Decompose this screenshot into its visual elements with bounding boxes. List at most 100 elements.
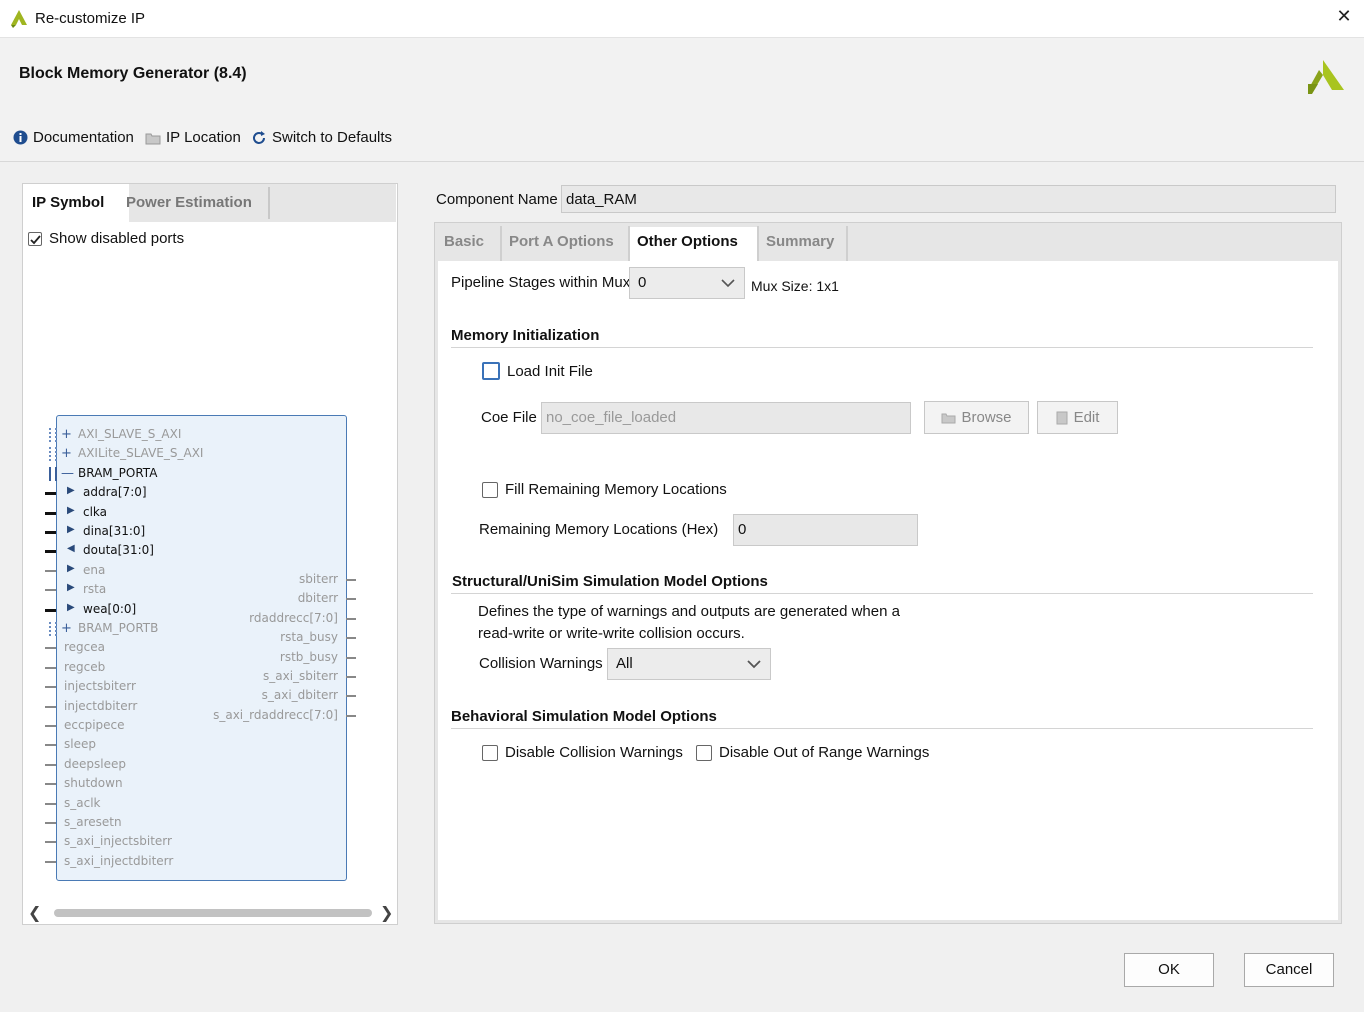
fill-remaining-checkbox[interactable] [482, 481, 498, 498]
ip-port-label: BRAM_PORTB [78, 621, 159, 635]
input-arrow-icon: ▶ [67, 562, 75, 574]
documentation-button[interactable]: Documentation [13, 129, 134, 146]
ip-location-label: IP Location [166, 129, 241, 146]
collision-warnings-select[interactable]: All [607, 648, 771, 680]
disable-range-checkbox[interactable] [696, 744, 712, 761]
left-tab-bar: IP Symbol Power Estimation [23, 184, 396, 222]
ok-button[interactable]: OK [1124, 953, 1214, 987]
ip-port-s-axi-injectsbiterr: s_axi_injectsbiterr [45, 834, 295, 850]
disable-range-label: Disable Out of Range Warnings [719, 744, 930, 761]
input-arrow-icon: ▶ [67, 582, 75, 594]
coe-file-input[interactable]: no_coe_file_loaded [541, 402, 911, 434]
tab-power-estimation[interactable]: Power Estimation [117, 184, 261, 222]
ip-port-label: regcea [64, 640, 106, 655]
ip-port-clka: ▶ clka [45, 505, 295, 521]
browse-label: Browse [961, 409, 1012, 426]
component-name-input[interactable]: data_RAM [561, 185, 1336, 213]
ip-port-label: addra[7:0] [83, 485, 147, 500]
disable-collision-row[interactable]: Disable Collision Warnings [482, 744, 683, 761]
tab-other-options[interactable]: Other Options [630, 227, 757, 261]
vivado-logo-icon [11, 10, 27, 28]
tab-summary[interactable]: Summary [759, 227, 841, 261]
ip-port-s-aclk: s_aclk [45, 796, 295, 812]
port-line [346, 579, 356, 581]
ip-port-dina-31-0: ▶ dina[31:0] [45, 524, 295, 540]
ip-port-label: sleep [64, 737, 96, 752]
collapse-icon[interactable]: — [61, 466, 74, 481]
memory-init-heading: Memory Initialization [451, 327, 600, 344]
window-title: Re-customize IP [35, 10, 146, 27]
ip-port-rstb-busy: rstb_busy [160, 650, 360, 666]
ip-port-label: BRAM_PORTA [78, 465, 158, 480]
port-line [45, 860, 56, 863]
fill-remaining-row[interactable]: Fill Remaining Memory Locations [482, 481, 727, 498]
horizontal-scrollbar[interactable]: ❮ ❯ [28, 903, 393, 923]
tab-ip-symbol[interactable]: IP Symbol [23, 184, 129, 222]
input-arrow-icon: ▶ [67, 485, 75, 497]
port-line [346, 637, 356, 640]
port-line [346, 695, 356, 698]
remaining-locations-input[interactable]: 0 [733, 514, 918, 546]
ip-port-axi-slave-s-axi: + AXI_SLAVE_S_AXI [45, 427, 295, 443]
port-line [45, 647, 56, 650]
remaining-locations-label: Remaining Memory Locations (Hex) [479, 521, 719, 538]
tab-basic[interactable]: Basic [437, 227, 491, 261]
scroll-thumb[interactable] [54, 909, 372, 917]
scroll-right-icon[interactable]: ❯ [380, 903, 393, 923]
show-disabled-ports-row[interactable]: Show disabled ports [28, 230, 184, 247]
port-line [45, 822, 56, 824]
input-arrow-icon: ▶ [67, 601, 75, 613]
show-disabled-ports-checkbox[interactable] [28, 231, 42, 246]
refresh-icon [253, 130, 265, 144]
component-name-label: Component Name [436, 191, 558, 208]
mux-size-label: Mux Size: 1x1 [751, 278, 839, 294]
structural-description-2: read-write or write-write collision occu… [478, 625, 745, 642]
port-line [45, 744, 56, 747]
ip-port-shutdown: shutdown [45, 776, 295, 792]
edit-button[interactable]: Edit [1037, 401, 1118, 434]
info-icon [13, 130, 28, 145]
ip-port-addra-7-0: ▶ addra[7:0] [45, 485, 295, 501]
scroll-left-icon[interactable]: ❮ [28, 903, 41, 923]
pipeline-stages-select[interactable]: 0 [629, 267, 745, 299]
port-line [45, 569, 56, 572]
close-icon[interactable]: ✕ [1334, 6, 1354, 30]
input-arrow-icon: ▶ [67, 524, 75, 535]
browse-button[interactable]: Browse [924, 401, 1029, 434]
ip-port-label: injectsbiterr [64, 679, 136, 694]
structural-description-1: Defines the type of warnings and outputs… [478, 603, 900, 620]
port-line [45, 511, 56, 515]
ip-port-deepsleep: deepsleep [45, 757, 295, 773]
expand-icon[interactable]: + [61, 621, 72, 636]
port-line [346, 714, 356, 717]
port-line [346, 617, 356, 620]
expand-icon[interactable]: + [61, 427, 72, 442]
load-init-file-row[interactable]: Load Init File [482, 362, 593, 380]
divider [451, 728, 1313, 729]
switch-to-defaults-button[interactable]: Switch to Defaults [251, 129, 392, 146]
ip-port-label: dbiterr [297, 591, 338, 606]
coe-file-label: Coe File [481, 409, 537, 426]
ip-port-label: s_axi_injectdbiterr [64, 853, 174, 868]
ip-port-label: deepsleep [64, 756, 126, 771]
expand-icon[interactable]: + [61, 446, 72, 461]
cancel-button[interactable]: Cancel [1244, 953, 1334, 987]
ip-port-label: AXI_SLAVE_S_AXI [78, 427, 182, 441]
ip-port-label: dina[31:0] [83, 524, 146, 538]
folder-icon [941, 413, 956, 423]
disable-range-row[interactable]: Disable Out of Range Warnings [696, 744, 929, 761]
ip-location-button[interactable]: IP Location [145, 129, 241, 146]
port-line [45, 589, 56, 592]
ip-port-sbiterr: sbiterr [160, 572, 360, 588]
load-init-file-checkbox[interactable] [482, 362, 500, 380]
disable-collision-checkbox[interactable] [482, 744, 498, 761]
port-line [45, 783, 56, 786]
switch-to-defaults-label: Switch to Defaults [272, 129, 393, 146]
ip-port-label: s_axi_sbiterr [263, 669, 338, 683]
edit-icon [1056, 411, 1068, 424]
ip-port-label: s_aresetn [64, 815, 122, 829]
ip-port-label: wea[0:0] [83, 601, 137, 616]
show-disabled-ports-label: Show disabled ports [49, 230, 185, 247]
title-bar: Re-customize IP ✕ [0, 0, 1364, 38]
tab-port-a-options[interactable]: Port A Options [502, 227, 621, 261]
